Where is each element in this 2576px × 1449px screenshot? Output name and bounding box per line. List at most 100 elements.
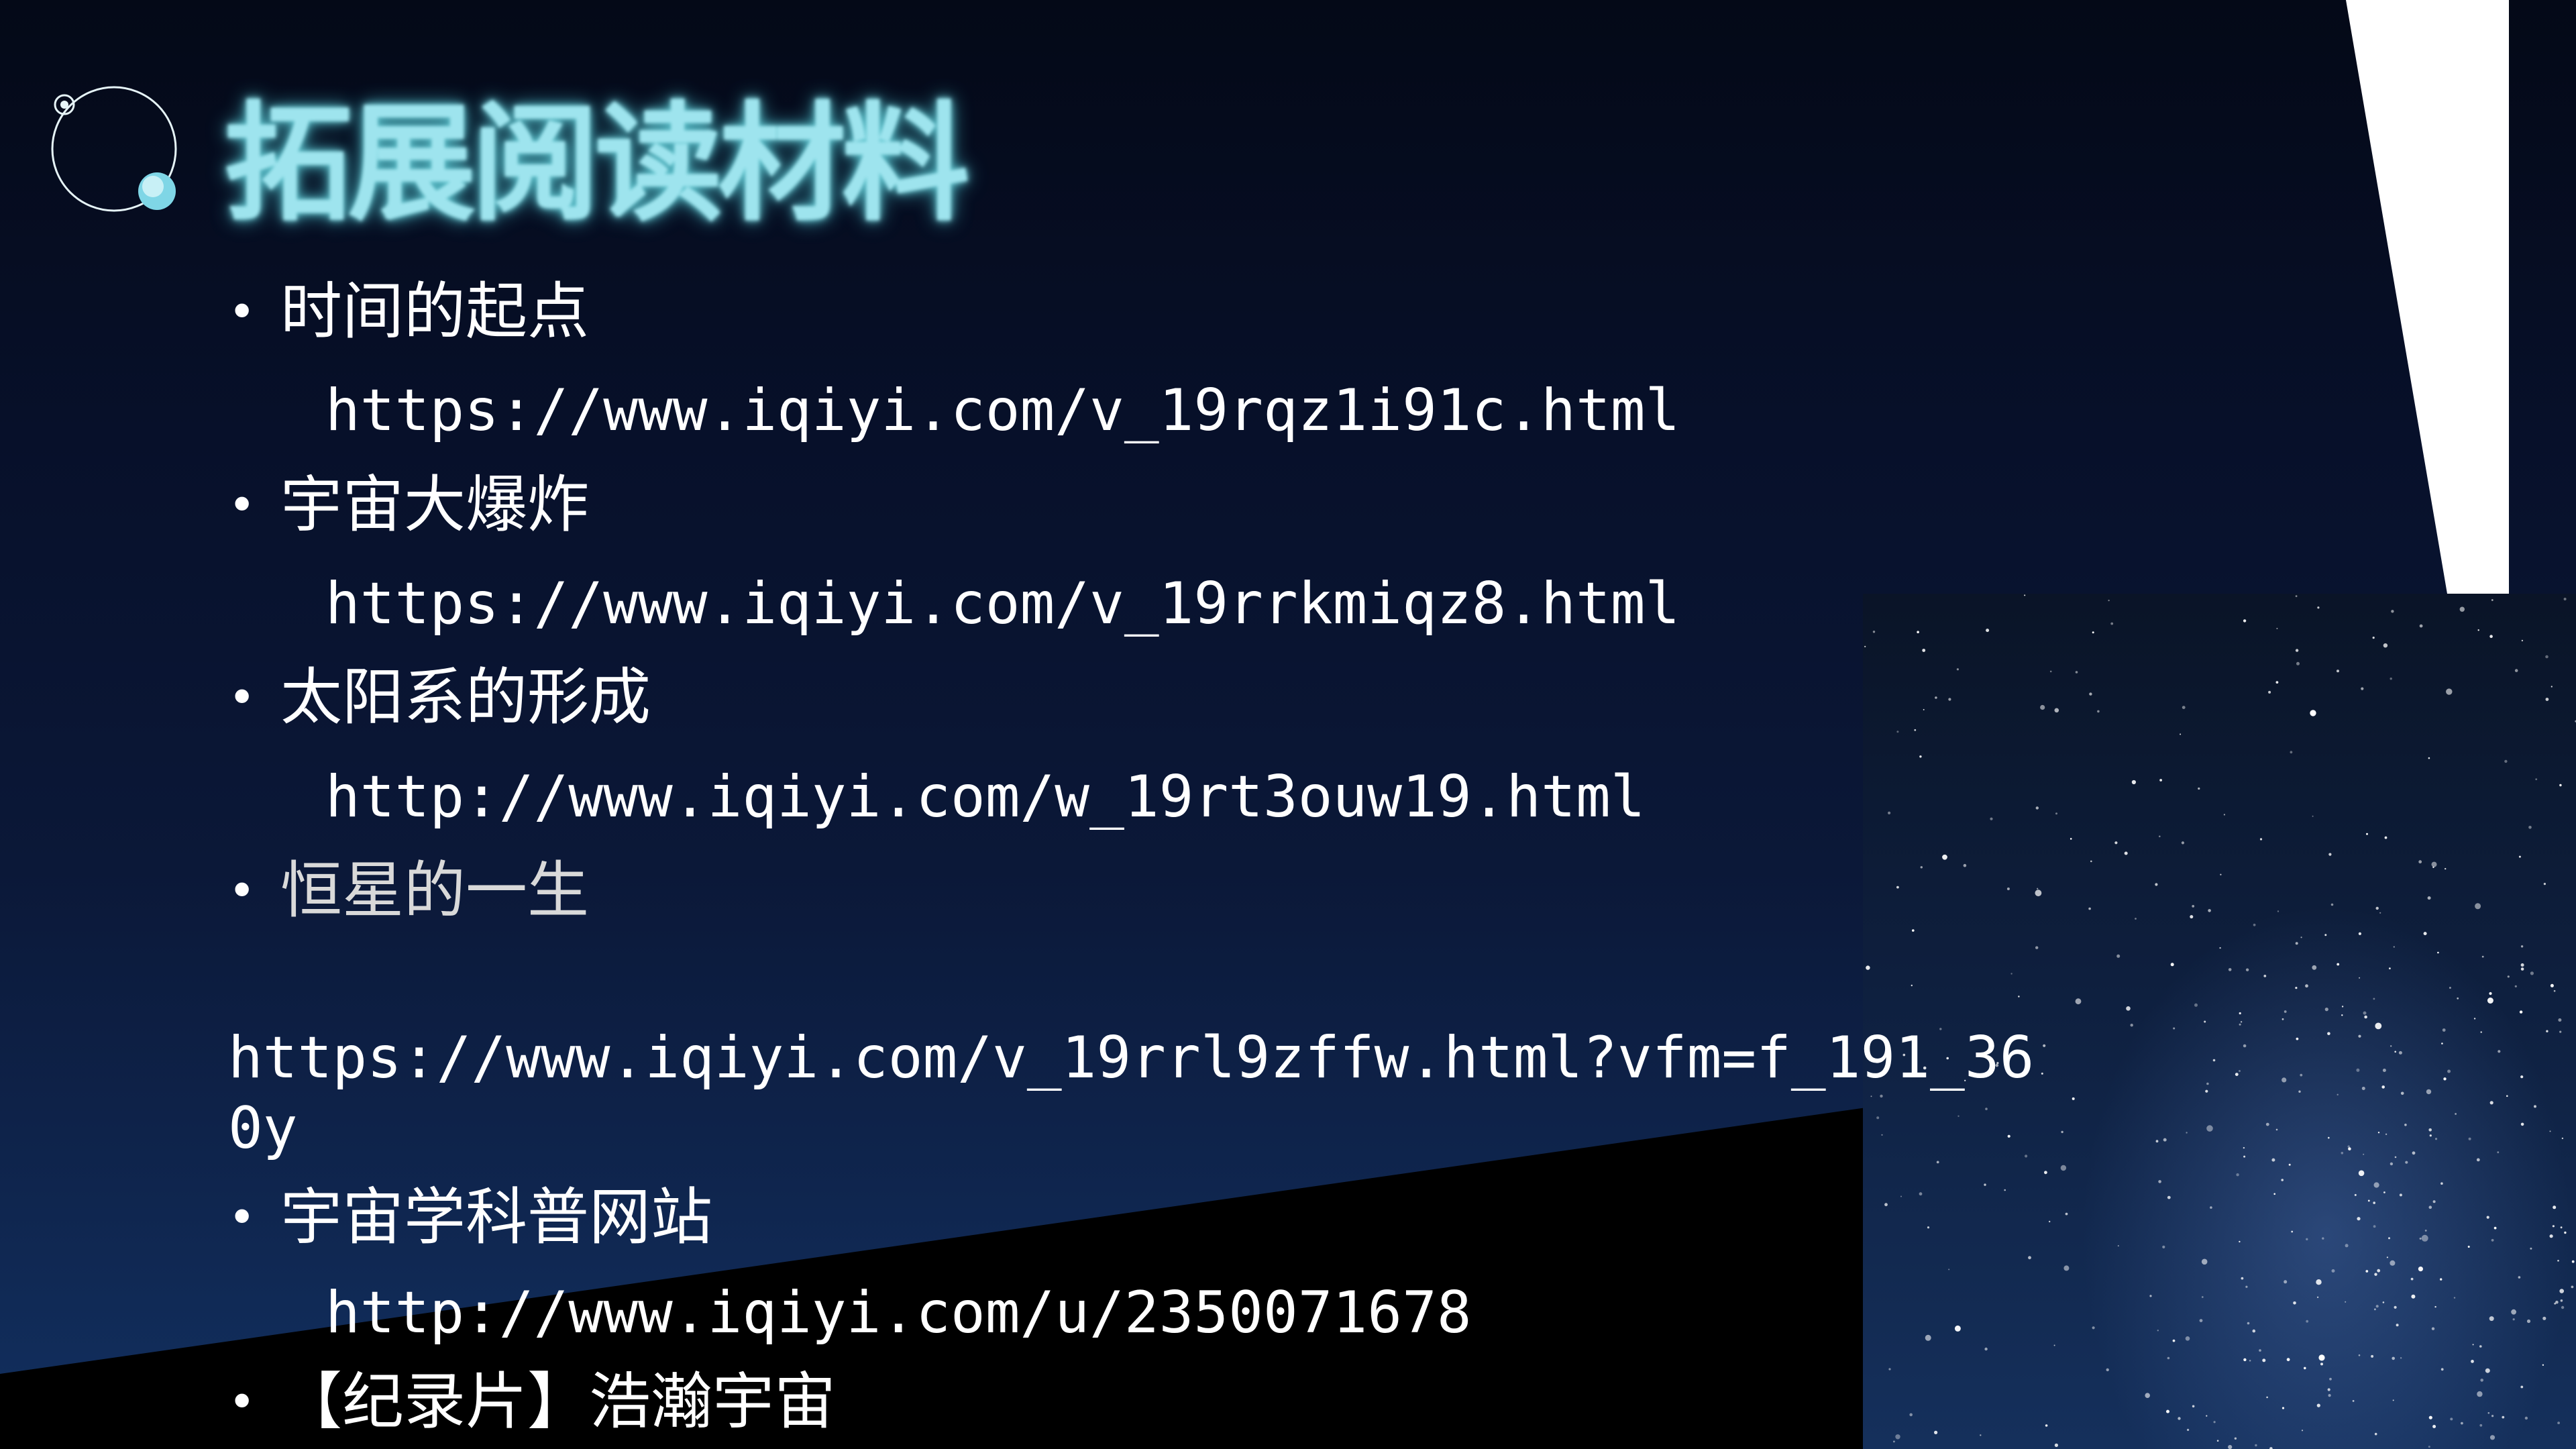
star [2106, 1368, 2109, 1372]
star [1957, 1115, 1960, 1117]
bullet-dot: • [228, 284, 256, 339]
star [2432, 1200, 2436, 1203]
star [2520, 967, 2524, 971]
star [2554, 1302, 2557, 1305]
star [2557, 1421, 2560, 1424]
star [1880, 1094, 1883, 1098]
star [2382, 1301, 2385, 1303]
star [2330, 903, 2334, 906]
star [2130, 1024, 2133, 1027]
star [2276, 627, 2278, 629]
list-item: • 时间的起点 [228, 272, 589, 352]
star [2304, 1366, 2306, 1370]
star [2514, 985, 2517, 987]
star [2024, 594, 2026, 596]
star [2028, 1256, 2031, 1260]
star [2459, 606, 2465, 612]
star [2253, 923, 2256, 926]
star [2561, 1305, 2565, 1309]
star [2312, 815, 2314, 817]
star [2266, 1396, 2268, 1399]
star [2528, 826, 2532, 829]
star [2502, 1415, 2505, 1419]
star [2418, 1267, 2423, 1272]
star [1923, 708, 1925, 710]
star [2479, 1424, 2483, 1427]
item-link[interactable]: https://www.iqiyi.com/v_19rrkmiqz8.html [325, 569, 1680, 639]
star [2367, 1199, 2370, 1202]
star [2239, 1240, 2241, 1243]
star [2049, 1220, 2051, 1223]
star [2359, 977, 2361, 979]
star [2247, 1322, 2250, 1325]
star [2358, 1034, 2361, 1038]
list-item: • 恒星的一生 [228, 851, 589, 931]
star [2383, 1191, 2385, 1193]
star [2199, 1319, 2203, 1322]
star [2373, 998, 2375, 1000]
orbit-rings-icon [40, 74, 201, 235]
star [2265, 1122, 2269, 1126]
star [2192, 1405, 2195, 1408]
star [1917, 631, 1919, 633]
star [2097, 710, 2100, 713]
star [2186, 1132, 2188, 1134]
star [2440, 1182, 2443, 1185]
star [2381, 1085, 2385, 1089]
star [2361, 687, 2364, 690]
star [2382, 1069, 2386, 1072]
item-link[interactable]: http://www.iqiyi.com/w_19rt3ouw19.html [325, 762, 1646, 832]
star [2072, 1097, 2075, 1100]
star [2206, 1415, 2208, 1417]
star [2400, 1357, 2402, 1359]
star [2282, 1018, 2284, 1020]
star [2286, 1358, 2290, 1362]
star [1900, 1195, 1902, 1197]
star [2426, 1089, 2432, 1095]
star [2263, 975, 2267, 977]
star [2497, 1151, 2500, 1154]
star [2377, 1269, 2381, 1273]
bullet-dot: • [228, 478, 256, 533]
star [2489, 991, 2492, 996]
star [2480, 1379, 2483, 1382]
star [2524, 1416, 2528, 1420]
star [2453, 1297, 2456, 1299]
star [2243, 1155, 2246, 1158]
star [2467, 1246, 2470, 1248]
item-label: 太阳系的形成 [280, 661, 651, 733]
star [2271, 1158, 2275, 1162]
star [2424, 1230, 2427, 1232]
star [2007, 1134, 2010, 1138]
star [2306, 1238, 2308, 1240]
star [2507, 975, 2510, 978]
star [2552, 1225, 2555, 1228]
star [2341, 1006, 2344, 1008]
star [2282, 1407, 2285, 1409]
star [1942, 854, 1947, 860]
item-link-continued[interactable]: 0y [228, 1093, 298, 1163]
star [2288, 1163, 2291, 1166]
star [2481, 955, 2484, 958]
star [2337, 963, 2340, 966]
item-link[interactable]: https://www.iqiyi.com/v_19rrl9zffw.html?… [228, 1023, 2034, 1093]
star [2277, 910, 2279, 912]
star [2475, 903, 2481, 910]
star [2167, 1195, 2171, 1199]
star [2088, 907, 2091, 910]
star [1876, 1116, 1880, 1120]
star [2477, 629, 2479, 631]
star [2559, 1289, 2564, 1293]
item-link[interactable]: https://www.iqiyi.com/v_19rqz1i91c.html [325, 376, 1680, 445]
item-link[interactable]: http://www.iqiyi.com/u/2350071678 [325, 1278, 1472, 1348]
star [1909, 1413, 1913, 1417]
star [2223, 814, 2225, 816]
star [2534, 1105, 2536, 1108]
star [1866, 965, 1870, 970]
list-item: • 【纪录片】浩瀚宇宙 [228, 1362, 836, 1442]
star [2392, 1356, 2395, 1360]
star [1896, 885, 1899, 889]
star [2365, 1270, 2369, 1273]
star [2418, 860, 2422, 864]
star [2035, 806, 2039, 810]
